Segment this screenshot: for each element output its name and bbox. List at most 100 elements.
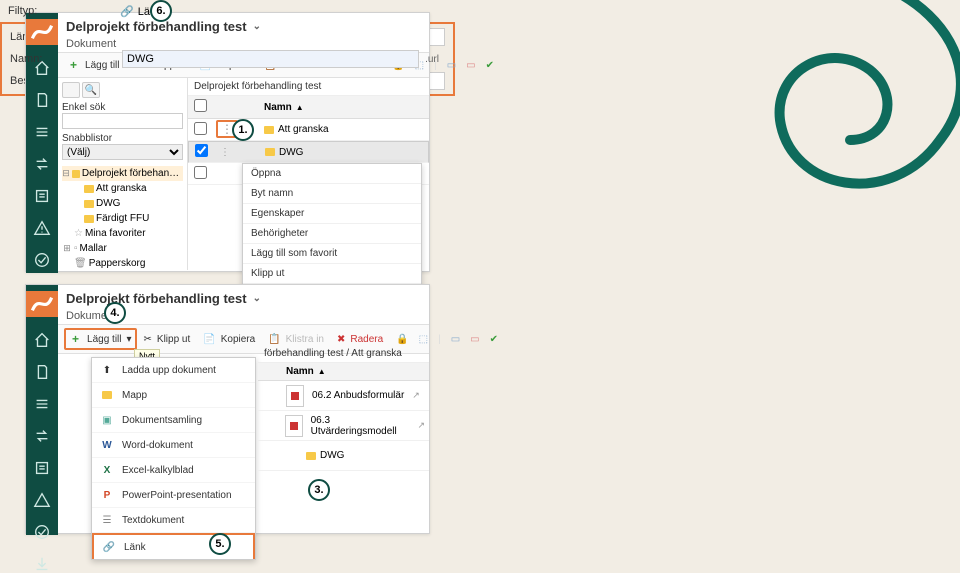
home-icon[interactable] <box>33 331 51 349</box>
row-checkbox[interactable] <box>194 122 207 135</box>
row-menu-button[interactable]: ⋮ <box>220 147 230 158</box>
warning-icon[interactable] <box>33 491 51 509</box>
ctx-open[interactable]: Öppna <box>243 164 421 184</box>
transfer-icon[interactable] <box>33 427 51 445</box>
tree-templates[interactable]: ⊞▫Mallar <box>62 241 183 256</box>
tool-icon[interactable]: ⬚ <box>416 333 431 346</box>
download-icon[interactable] <box>33 555 51 573</box>
row-name: Att granska <box>278 124 329 135</box>
file-row[interactable]: DWG <box>258 441 429 471</box>
tree-favorites[interactable]: ☆Mina favoriter <box>62 226 183 241</box>
breadcrumb: förbehandling test / Att granska <box>258 345 429 363</box>
tool-icon-3[interactable]: ▭ <box>463 59 478 72</box>
pdf-icon <box>286 385 304 407</box>
pdf-icon <box>285 415 303 437</box>
ctx-rename[interactable]: Byt namn <box>243 184 421 204</box>
table-row[interactable]: ⋮ DWG <box>188 141 429 163</box>
filetype-row: Filtyp: 🔗Länk 6. <box>0 0 455 22</box>
note-icon[interactable] <box>33 187 51 205</box>
powerpoint-icon: P <box>100 488 114 502</box>
name-suffix: .url <box>425 54 439 65</box>
file-name: 06.3 Utvärderingsmodell <box>307 412 414 440</box>
row-checkbox[interactable] <box>194 166 207 179</box>
tree-node[interactable]: Färdigt FFU <box>62 211 183 226</box>
ctx-permissions[interactable]: Behörigheter <box>243 224 421 244</box>
mi-collection[interactable]: ▣Dokumentsamling <box>92 408 255 433</box>
check-circle-icon[interactable] <box>33 523 51 541</box>
select-all-checkbox[interactable] <box>194 99 207 112</box>
page-title: Delprojekt förbehandling test⌄ <box>26 285 429 308</box>
callout-3: 3. <box>308 479 330 501</box>
word-icon: W <box>100 438 114 452</box>
file-row[interactable]: 06.2 Anbudsformulär ↗ <box>258 381 429 411</box>
quicklist-select[interactable]: (Välj) <box>62 144 183 160</box>
chevron-down-icon[interactable]: ⌄ <box>253 293 261 304</box>
mi-powerpoint[interactable]: PPowerPoint-presentation <box>92 483 255 508</box>
section-label: Dokument 4. <box>26 308 429 324</box>
tree-node[interactable]: Att granska <box>62 181 183 196</box>
chevron-down-icon[interactable]: ⌄ <box>253 21 261 32</box>
folder-icon <box>306 452 316 460</box>
document-icon[interactable] <box>33 363 51 381</box>
excel-icon: X <box>100 463 114 477</box>
search-button[interactable]: 🔍 <box>82 82 100 98</box>
ctx-favorite[interactable]: Lägg till som favorit <box>243 244 421 264</box>
folder-icon <box>264 126 274 134</box>
tree-root[interactable]: ⊟Delprojekt förbehandling test <box>62 166 183 181</box>
mi-upload[interactable]: ⬆Ladda upp dokument <box>92 358 255 383</box>
folder-button[interactable] <box>62 82 80 98</box>
file-grid-2: förbehandling test / Att granska Namn▲ 0… <box>258 345 429 511</box>
note-icon[interactable] <box>33 459 51 477</box>
folder-icon <box>265 148 275 156</box>
upload-icon: ⬆ <box>100 363 114 377</box>
external-icon[interactable]: ↗ <box>408 387 424 404</box>
mi-link[interactable]: 🔗Länk 5. <box>92 533 255 559</box>
lock-icon[interactable]: 🔒 <box>393 333 411 346</box>
ctx-properties[interactable]: Egenskaper <box>243 204 421 224</box>
ctx-cut[interactable]: Klipp ut <box>243 264 421 284</box>
callout-6: 6. <box>150 0 172 22</box>
approve-icon[interactable]: ✔ <box>487 333 501 346</box>
callout-5: 5. <box>209 533 231 555</box>
tool-icon-2[interactable]: ▭ <box>448 333 463 346</box>
decorative-swirl <box>730 0 960 230</box>
link-icon: 🔗 <box>102 540 116 554</box>
add-button[interactable]: +Lägg till ▾ <box>64 328 137 350</box>
mi-word[interactable]: WWord-dokument <box>92 433 255 458</box>
file-row[interactable]: 06.3 Utvärderingsmodell ↗ <box>258 411 429 441</box>
mi-excel[interactable]: XExcel-kalkylblad <box>92 458 255 483</box>
quicklist-label: Snabblistor <box>62 133 183 144</box>
tool-icon-3[interactable]: ▭ <box>467 333 482 346</box>
panel-bottom: Delprojekt förbehandling test⌄ Dokument … <box>25 284 430 534</box>
text-icon: ☰ <box>100 513 114 527</box>
collection-icon: ▣ <box>100 413 114 427</box>
grid-header: Namn▲ <box>188 96 429 119</box>
breadcrumb: Delprojekt förbehandling test <box>188 78 429 96</box>
transfer-icon[interactable] <box>33 155 51 173</box>
file-name: 06.2 Anbudsformulär <box>308 387 408 404</box>
callout-4: 4. <box>104 302 126 324</box>
mi-folder[interactable]: Mapp <box>92 383 255 408</box>
approve-icon[interactable]: ✔ <box>483 59 497 72</box>
check-circle-icon[interactable] <box>33 251 51 269</box>
mi-text[interactable]: ☰Textdokument <box>92 508 255 533</box>
app-logo[interactable] <box>26 19 58 45</box>
external-icon[interactable]: ↗ <box>413 417 429 434</box>
name-input[interactable] <box>122 50 419 68</box>
copy-button[interactable]: 📄 Kopiera <box>200 332 261 347</box>
link-icon: 🔗 <box>120 6 134 18</box>
tree-trash[interactable]: 🗑Papperskorg <box>62 256 183 271</box>
search-input[interactable] <box>62 113 183 129</box>
warning-icon[interactable] <box>33 219 51 237</box>
callout-1: 1. <box>232 119 254 141</box>
search-label: Enkel sök <box>62 102 183 113</box>
add-menu: ⬆Ladda upp dokument Mapp ▣Dokumentsamlin… <box>91 357 256 560</box>
filetype-label: Filtyp: <box>0 5 120 17</box>
document-icon[interactable] <box>33 91 51 109</box>
list-icon[interactable] <box>33 395 51 413</box>
cut-button[interactable]: ✂ Klipp ut <box>141 332 197 347</box>
row-checkbox[interactable] <box>195 144 208 157</box>
list-icon[interactable] <box>33 123 51 141</box>
tree-node[interactable]: DWG <box>62 196 183 211</box>
table-row[interactable]: ⋮ Att granska 1. <box>188 119 429 141</box>
